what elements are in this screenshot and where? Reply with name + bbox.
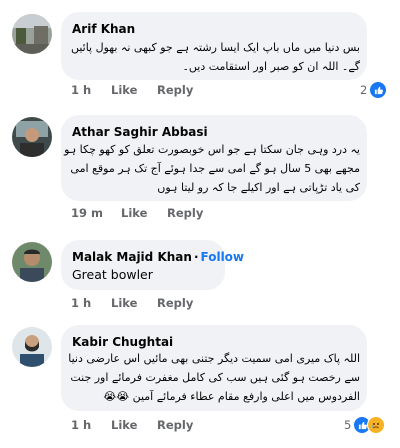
comment-malak-majid-khan: Malak Majid Khan · Follow Great bowler 1 h… [0,234,400,314]
crying-emoji-icon [367,416,386,434]
reply-button[interactable]: Reply [167,206,203,220]
avatar[interactable] [12,14,52,54]
reply-button[interactable]: Reply [157,296,193,310]
comment-text: بس دنیا میں ماں باپ ایک ایسا رشتہ ہے جو … [70,38,360,76]
comment-arif-khan: Arif Khan بس دنیا میں ماں باپ ایک ایسا ر… [0,0,400,105]
comment-line: بس دنیا میں ماں باپ ایک ایسا رشتہ ہے جو … [70,41,360,54]
comment-time[interactable]: 1 h [71,83,107,97]
commenter-name[interactable]: Malak Majid Khan [72,250,192,264]
comment-meta: 1 h Like Reply [71,296,193,310]
comment-line: گے۔ اللہ ان کو صبر اور استقامت دیں۔ [182,60,360,73]
commenter-name[interactable]: Arif Khan [72,22,135,36]
reaction-summary[interactable]: 5 [344,416,386,434]
reply-button[interactable]: Reply [157,418,193,432]
reaction-summary[interactable]: 2 [360,81,388,99]
comment-line: سے رخصت ہو گئی ہیں سب کی کامل مغفرت فرما… [70,371,360,384]
reaction-count: 5 [344,418,352,432]
comment-text: یہ درد وہی جان سکتا ہے جو اس خوبصورت تعل… [64,140,360,197]
like-button[interactable]: Like [111,83,153,97]
like-icon [369,81,388,99]
like-button[interactable]: Like [111,418,153,432]
commenter-name[interactable]: Athar Saghir Abbasi [72,125,208,139]
reply-button[interactable]: Reply [157,83,193,97]
comment-line: اللہ پاک میری امی سمیت دیگر جتنی بھی مائ… [68,352,360,365]
commenter-name[interactable]: Kabir Chughtai [72,335,173,349]
comment-bubble [61,240,225,290]
comment-kabir-chughtai: Kabir Chughtai اللہ پاک میری امی سمیت دی… [0,318,400,448]
comment-meta: 19 m Like Reply [71,206,203,220]
comment-time[interactable]: 19 m [71,206,117,220]
comment-text: اللہ پاک میری امی سمیت دیگر جتنی بھی مائ… [68,349,360,406]
avatar[interactable] [12,117,52,157]
comment-line: کی یاد تڑپاتی ہے اور اکیلے جا کہ رو لیتا… [157,181,360,194]
comment-time[interactable]: 1 h [71,296,107,310]
comment-line: مجھے بھی 5 سال ہو گے امی سے جدا ہوئے آج … [70,162,360,175]
reaction-count: 2 [360,83,368,97]
comment-meta: 1 h Like Reply [71,83,193,97]
like-button[interactable]: Like [121,206,163,220]
comment-meta: 1 h Like Reply [71,418,193,432]
comment-line: الفردوس میں اعلی وارفع مقام عطاء فرمائے … [103,390,360,403]
comment-athar-saghir-abbasi: Athar Saghir Abbasi یہ درد وہی جان سکتا … [0,110,400,230]
avatar[interactable] [12,327,52,367]
comment-line: یہ درد وہی جان سکتا ہے جو اس خوبصورت تعل… [64,143,360,156]
commenter-name-row: Malak Majid Khan · Follow [72,250,245,264]
follow-button[interactable]: Follow [201,250,245,264]
comment-time[interactable]: 1 h [71,418,107,432]
like-button[interactable]: Like [111,296,153,310]
avatar[interactable] [12,242,52,282]
comment-text: Great bowler [72,267,153,282]
